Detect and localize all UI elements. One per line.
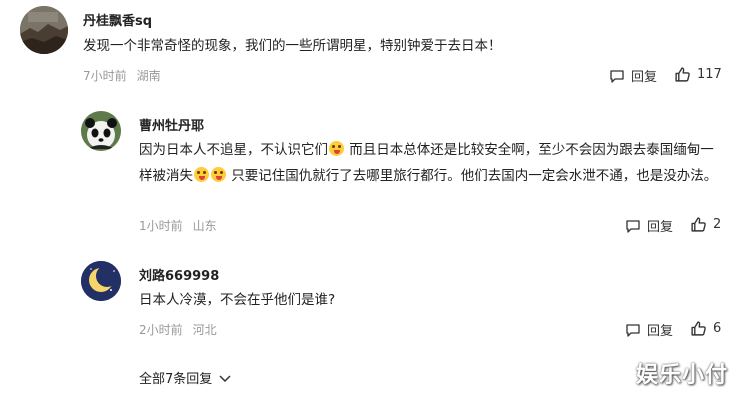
reply-label: 回复: [647, 324, 674, 339]
like-count: 117: [697, 67, 722, 82]
reply-label: 回复: [647, 220, 674, 235]
panda-avatar-icon: [81, 111, 121, 151]
like-button[interactable]: 6: [690, 320, 721, 337]
like-count: 6: [713, 321, 722, 336]
comment-text: 因为日本人不追星，不认识它们 而且日本总体还是比较安全啊，至少不会因为跟去泰国缅…: [139, 137, 724, 189]
avatar[interactable]: [81, 261, 121, 301]
comment-text: 日本人冷漠，不会在乎他们是谁?: [139, 292, 336, 308]
comment-author[interactable]: 丹桂飘香sq: [83, 10, 152, 29]
reply-icon: [610, 69, 624, 83]
comment-text-part: 因为日本人不追星，不认识它们: [139, 142, 328, 158]
comment-meta: 1小时前 山东: [139, 217, 217, 234]
comment-text: 发现一个非常奇怪的现象，我们的一些所谓明星，特别钟爱于去日本！: [83, 38, 502, 54]
comment-location: 湖南: [136, 69, 161, 83]
avatar[interactable]: [20, 6, 68, 54]
comment-location: 河北: [192, 323, 217, 337]
reply-icon: [626, 323, 640, 337]
like-button[interactable]: 117: [674, 66, 722, 83]
grin-emoji-icon: [329, 141, 344, 156]
moon-avatar-icon: [81, 261, 121, 301]
thumbs-up-icon: [691, 321, 706, 336]
reply-icon: [626, 219, 640, 233]
like-button[interactable]: 2: [690, 216, 721, 233]
grin-emoji-icon: [211, 167, 226, 182]
avatar[interactable]: [81, 111, 121, 151]
reply-button[interactable]: 回复: [625, 320, 673, 339]
reply-button[interactable]: 回复: [625, 216, 673, 235]
reply-label: 回复: [631, 70, 658, 85]
landscape-avatar-icon: [20, 6, 68, 54]
comment-time: 2小时前: [139, 323, 183, 337]
chevron-down-icon: [219, 374, 231, 382]
like-count: 2: [713, 217, 722, 232]
comment-author[interactable]: 曹州牡丹耶: [139, 115, 204, 134]
comment-meta: 2小时前 河北: [139, 321, 217, 338]
thumbs-up-icon: [691, 217, 706, 232]
comment-meta: 7小时前 湖南: [83, 67, 161, 84]
thumbs-up-icon: [675, 67, 690, 82]
comment-location: 山东: [192, 219, 217, 233]
comment-time: 7小时前: [83, 69, 127, 83]
comment-time: 1小时前: [139, 219, 183, 233]
grin-emoji-icon: [194, 167, 209, 182]
comment-text-part: 只要记住国仇就行了去哪里旅行都行。他们去国内一定会水泄不通，也是没办法。: [231, 168, 718, 184]
show-all-replies-button[interactable]: 全部7条回复: [139, 368, 232, 387]
reply-button[interactable]: 回复: [609, 66, 657, 85]
show-all-replies-label: 全部7条回复: [139, 372, 213, 387]
watermark: 娱乐小付: [635, 363, 728, 388]
comment-author[interactable]: 刘路669998: [139, 265, 219, 284]
